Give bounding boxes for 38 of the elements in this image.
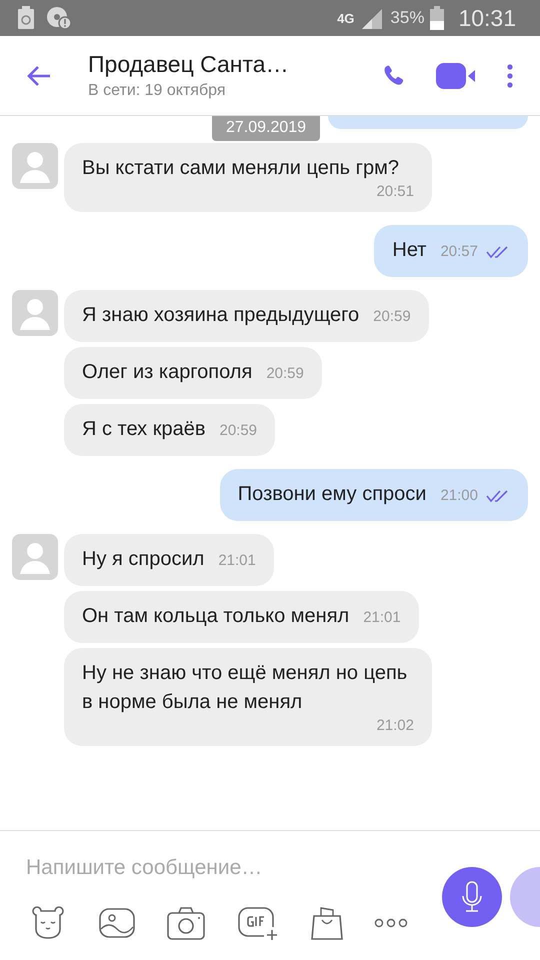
- message-text: Он там кольца только менял: [82, 604, 350, 629]
- contact-name: Продавец Санта…: [88, 51, 290, 78]
- message-text: Вы кстати сами меняли цепь грм?: [82, 156, 399, 181]
- message-text: Олег из каргополя: [82, 360, 252, 385]
- message-time: 20:59: [266, 365, 304, 382]
- shopping-bag-icon[interactable]: [310, 905, 344, 941]
- camera-icon[interactable]: [166, 906, 206, 940]
- message-text: Позвони ему спроси: [238, 482, 426, 507]
- date-chip: 27.09.2019: [212, 116, 320, 141]
- disc-alert-icon: [46, 6, 72, 30]
- network-type: 4G: [337, 10, 354, 26]
- message-time: 21:01: [218, 552, 256, 569]
- message-time: 20:59: [373, 308, 411, 325]
- clock: 10:31: [458, 4, 516, 32]
- last-seen: В сети: 19 октября: [88, 82, 226, 100]
- battery-icon: [430, 6, 444, 30]
- message-time: 21:00: [440, 487, 478, 504]
- battery-recycle-icon: [16, 6, 36, 30]
- message-time: 21:02: [376, 717, 414, 734]
- message-text: Ну не знаю что ещё менял но цепь в норме была не менял: [82, 661, 408, 715]
- back-arrow-icon: [26, 64, 52, 88]
- signal-icon: [360, 7, 384, 29]
- more-horizontal-icon[interactable]: [374, 917, 408, 929]
- message-input[interactable]: Напишите сообщение…: [26, 853, 442, 883]
- message-text: Я знаю хозяина предыдущего: [82, 303, 360, 328]
- message-text: Нет: [392, 238, 426, 263]
- message-time: 20:59: [219, 422, 258, 439]
- message-time: 20:51: [376, 183, 414, 200]
- battery-percent: 35%: [390, 8, 424, 28]
- gif-add-icon[interactable]: [236, 905, 280, 941]
- gallery-icon[interactable]: [98, 906, 136, 940]
- message-text: Ну я спросил: [82, 547, 204, 572]
- message-time: 20:57: [440, 243, 478, 260]
- video-camera-icon: [436, 62, 476, 88]
- message-time: 21:01: [363, 609, 401, 626]
- more-vertical-icon: [506, 64, 514, 88]
- phone-icon: [382, 64, 406, 88]
- message-text: Я с тех краёв: [82, 417, 206, 442]
